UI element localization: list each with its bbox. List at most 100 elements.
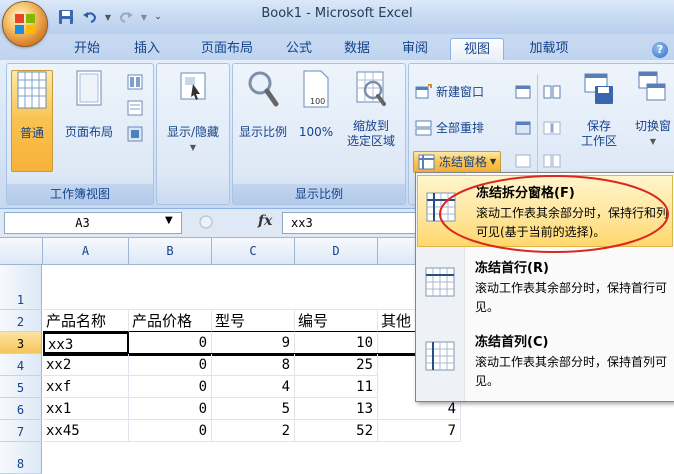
menu-item-freeze-top-row[interactable]: 冻结首行(R) 滚动工作表其余部分时，保持首行可见。 <box>417 251 673 323</box>
cell-c5[interactable]: 4 <box>212 376 295 398</box>
zoom-button[interactable]: 显示比例 <box>233 70 293 170</box>
office-button[interactable] <box>3 2 47 46</box>
freeze-panes-button[interactable]: 冻结窗格 ▼ <box>413 151 502 173</box>
side-by-side-icon <box>543 85 561 99</box>
switch-windows-button[interactable]: 切换窗 ▼ <box>627 70 674 170</box>
split-button[interactable] <box>515 82 531 102</box>
cell-b6[interactable]: 0 <box>129 398 212 420</box>
name-box-dropdown-icon[interactable]: ▼ <box>165 215 173 226</box>
show-hide-button[interactable]: 显示/隐藏 ▼ <box>161 70 225 170</box>
group-zoom: 显示比例 100 100% 缩放到 选定区域 显示比例 <box>232 63 406 205</box>
help-icon[interactable]: ? <box>652 42 668 58</box>
cell-b7[interactable]: 0 <box>129 420 212 442</box>
cell-d4[interactable]: 25 <box>295 354 378 376</box>
cell-c2[interactable]: 型号 <box>212 310 295 332</box>
page-layout-label: 页面布局 <box>64 125 113 139</box>
reset-window-position-button[interactable] <box>543 151 561 171</box>
group-label-workbook-views: 工作簿视图 <box>7 184 153 204</box>
tab-view[interactable]: 视图 <box>450 38 504 61</box>
cell-d3[interactable]: 10 <box>295 332 378 354</box>
menu-item-freeze-panes[interactable]: 冻结拆分窗格(F) 滚动工作表其余部分时，保持行和列可见(基于当前的选择)。 <box>417 175 673 247</box>
row-header-1[interactable]: 1 <box>0 265 42 310</box>
cell-a5[interactable]: xxf <box>43 376 129 398</box>
column-header-a[interactable]: A <box>43 238 129 265</box>
cell-b5[interactable]: 0 <box>129 376 212 398</box>
tab-formulas[interactable]: 公式 <box>276 38 322 60</box>
tab-review[interactable]: 审阅 <box>392 38 438 60</box>
column-header-c[interactable]: C <box>212 238 295 265</box>
full-screen-button[interactable] <box>127 124 143 144</box>
zoom-selection-label-1: 缩放到 <box>352 119 389 133</box>
name-box[interactable]: A3 ▼ <box>4 212 182 234</box>
save-workspace-label-2: 工作区 <box>580 134 617 148</box>
cell-d5[interactable]: 11 <box>295 376 378 398</box>
cell-a6[interactable]: xx1 <box>43 398 129 420</box>
cell-c4[interactable]: 8 <box>212 354 295 376</box>
window-group-separator <box>537 74 538 174</box>
full-screen-icon <box>127 126 143 142</box>
row-header-6[interactable]: 6 <box>0 398 42 420</box>
row-header-3[interactable]: 3 <box>0 332 42 354</box>
row-header-2[interactable]: 2 <box>0 310 42 332</box>
group-show-hide: 显示/隐藏 ▼ <box>156 63 230 205</box>
view-side-by-side-button[interactable] <box>543 82 561 102</box>
cell-a7[interactable]: xx45 <box>43 420 129 442</box>
tab-insert[interactable]: 插入 <box>122 38 172 60</box>
select-all-corner[interactable] <box>0 238 43 265</box>
cell-c7[interactable]: 2 <box>212 420 295 442</box>
cell-a4[interactable]: xx2 <box>43 354 129 376</box>
switch-windows-label: 切换窗 <box>634 119 671 133</box>
tab-home[interactable]: 开始 <box>62 38 112 60</box>
cell-b2[interactable]: 产品价格 <box>129 310 212 332</box>
cell-d6[interactable]: 13 <box>295 398 378 420</box>
custom-views-icon <box>127 100 143 116</box>
cell-c3[interactable]: 9 <box>212 332 295 354</box>
zoom-100-button[interactable]: 100 100% <box>293 70 339 170</box>
tab-page-layout[interactable]: 页面布局 <box>190 38 264 60</box>
cell-a2[interactable]: 产品名称 <box>43 310 129 332</box>
page-break-icon <box>127 74 143 90</box>
zoom-to-selection-button[interactable]: 缩放到 选定区域 <box>339 70 403 170</box>
freeze-top-row-icon <box>425 267 455 297</box>
normal-view-button[interactable]: 普通 <box>11 70 53 172</box>
row-header-7[interactable]: 7 <box>0 420 42 442</box>
column-header-d[interactable]: D <box>295 238 378 265</box>
office-logo-icon <box>15 14 35 34</box>
magnifier-icon <box>248 71 279 107</box>
arrange-all-button[interactable]: 全部重排 <box>415 118 484 138</box>
page-break-preview-button[interactable] <box>127 72 143 92</box>
freeze-panes-dropdown-icon: ▼ <box>490 157 497 166</box>
name-box-value: A3 <box>75 216 90 230</box>
cell-d2[interactable]: 编号 <box>295 310 378 332</box>
formula-cancel-icon[interactable] <box>198 214 214 230</box>
column-header-b[interactable]: B <box>129 238 212 265</box>
tab-data[interactable]: 数据 <box>334 38 380 60</box>
save-workspace-button[interactable]: 保存 工作区 <box>573 70 625 170</box>
unhide-button[interactable] <box>515 151 531 171</box>
tab-addins[interactable]: 加载项 <box>518 38 580 60</box>
new-window-button[interactable]: 新建窗口 <box>415 82 484 102</box>
row-header-4[interactable]: 4 <box>0 354 42 376</box>
freeze-panes-label: 冻结窗格 <box>439 155 488 169</box>
row-header-5[interactable]: 5 <box>0 376 42 398</box>
cell-b4[interactable]: 0 <box>129 354 212 376</box>
menu-item-freeze-first-column[interactable]: 冻结首列(C) 滚动工作表其余部分时，保持首列可见。 <box>417 325 673 397</box>
row-header-8[interactable]: 8 <box>0 442 42 474</box>
custom-views-button[interactable] <box>127 98 143 118</box>
normal-view-icon <box>17 71 47 109</box>
cell-b3[interactable]: 0 <box>129 332 212 354</box>
page-layout-icon <box>76 70 102 106</box>
arrange-all-label: 全部重排 <box>436 121 485 135</box>
hide-button[interactable] <box>515 118 531 138</box>
cell-c6[interactable]: 5 <box>212 398 295 420</box>
unhide-window-icon <box>515 154 531 168</box>
insert-function-icon[interactable]: fx <box>258 213 272 229</box>
cell-e7[interactable]: 7 <box>378 420 461 442</box>
new-window-label: 新建窗口 <box>436 85 485 99</box>
cell-a3[interactable]: xx3 <box>43 332 129 354</box>
save-workspace-icon <box>584 73 613 104</box>
synchronous-scrolling-button[interactable] <box>543 118 561 138</box>
cell-d7[interactable]: 52 <box>295 420 378 442</box>
page-layout-view-button[interactable]: 页面布局 <box>59 70 119 170</box>
arrange-all-icon <box>415 120 432 136</box>
